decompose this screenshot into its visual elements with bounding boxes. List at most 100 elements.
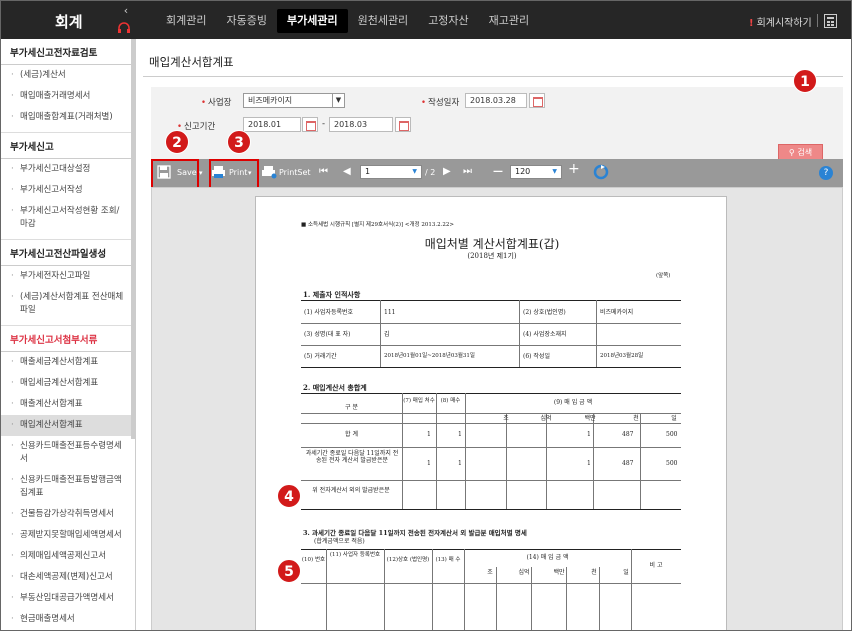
sidebar-item[interactable]: 신용카드매출전표등수령명세서	[1, 436, 135, 470]
report-page: ■ 소득세법 시행규칙 [별지 제29호서식(2)] <개정 2013.2.22…	[255, 196, 727, 630]
sidebar-item[interactable]: 대손세액공제(변제)신고서	[1, 567, 135, 588]
printset-button[interactable]: PrintSet	[279, 163, 311, 183]
sidebar-group-title-active[interactable]: 부가세신고서첨부서류	[1, 330, 135, 352]
col-header: (7) 매입 처수	[403, 398, 435, 404]
calendar-icon[interactable]	[302, 117, 318, 132]
date-input[interactable]: 2018.03.28	[465, 93, 527, 108]
nav-accounting[interactable]: 회계관리	[156, 9, 216, 33]
nav-withholding[interactable]: 원천세관리	[348, 9, 419, 33]
refresh-icon[interactable]	[593, 164, 609, 185]
sidebar-group-title[interactable]: 부가세신고전자료검토	[1, 43, 135, 65]
zoom-in-icon[interactable]: +	[568, 162, 580, 176]
headset-icon[interactable]	[117, 22, 131, 34]
chevron-down-icon: ▼	[552, 168, 557, 175]
report-viewer[interactable]: ■ 소득세법 시행규칙 [별지 제29호서식(2)] <개정 2013.2.22…	[151, 187, 843, 630]
row-value: 487	[622, 460, 634, 467]
sidebar-item[interactable]: 부가세신고서작성	[1, 180, 135, 201]
prev-page-icon[interactable]: ◀	[343, 165, 351, 179]
sidebar-item[interactable]: 매입매출합계표(거래처별)	[1, 107, 135, 128]
calendar-icon[interactable]	[395, 117, 411, 132]
sidebar-item[interactable]: (세금)계산서합계표 전산매체파일	[1, 287, 135, 321]
nav-vat[interactable]: 부가세관리	[276, 9, 348, 33]
section-2-title: 2. 매입계산서 총합계	[303, 383, 367, 392]
unit-header: 십억	[540, 415, 552, 422]
divider	[817, 14, 818, 27]
sidebar-item[interactable]: 의제매입세액공제신고서	[1, 546, 135, 567]
app-logo[interactable]: 회계	[55, 11, 83, 32]
section-3-title: 3. 과세기간 종료일 다음달 11일까지 전송된 전자계산서 외 발급분 매입…	[303, 529, 527, 537]
unit-header: 백만	[553, 569, 565, 576]
nav-fixed-assets[interactable]: 고정자산	[418, 9, 478, 33]
last-page-icon[interactable]: ⏭	[463, 165, 472, 179]
field-value: 김	[384, 331, 390, 338]
nav-auto-evidence[interactable]: 자동증빙	[216, 9, 276, 33]
sidebar-item[interactable]: 현금매출명세서	[1, 609, 135, 630]
page-number-input[interactable]: 1 ▼	[360, 165, 422, 179]
sidebar-item[interactable]: 신용카드매출전표등발행금액집계표	[1, 470, 135, 504]
col-header: (13) 매 수	[435, 557, 461, 563]
sidebar-item[interactable]: 공제받지못할매입세액명세서	[1, 525, 135, 546]
row-label: 합 계	[345, 431, 358, 438]
nav-inventory[interactable]: 재고관리	[479, 9, 539, 33]
sidebar-item[interactable]: 부가세신고서작성현황 조회/마감	[1, 201, 135, 235]
section-1-title: 1. 제출자 인적사항	[303, 290, 361, 299]
period-from-input[interactable]: 2018.01	[243, 117, 301, 132]
page-title: 매입계산서합계표	[149, 55, 234, 69]
row-value: 500	[666, 460, 678, 467]
app-window: 회계 ‹ 회계관리 자동증빙 부가세관리 원천세관리 고정자산 재고관리 ! 회계…	[0, 0, 852, 631]
col-header: (9) 매 입 금 액	[553, 399, 593, 406]
zoom-select[interactable]: 120 ▼	[510, 165, 562, 179]
help-icon[interactable]: ?	[819, 166, 833, 180]
unit-header: 백만	[584, 415, 596, 422]
sidebar-group-title[interactable]: 부가세신고전산파일생성	[1, 244, 135, 266]
sidebar-item-active[interactable]: 매입계산서합계표	[1, 415, 135, 436]
step-badge-3: 3	[227, 130, 251, 154]
col-header: (10) 번호	[301, 557, 326, 563]
first-page-icon[interactable]: ⏮	[319, 165, 328, 179]
period-label: • 신고기간	[177, 122, 216, 132]
report-page-side: (앞쪽)	[656, 273, 671, 279]
row-value: 500	[666, 431, 678, 438]
zoom-out-icon[interactable]: —	[493, 165, 503, 179]
sidebar-group: 부가세신고서첨부서류 매출세금계산서합계표 매입세금계산서합계표 매출계산서합계…	[1, 330, 135, 630]
sidebar-group-title[interactable]: 부가세신고	[1, 137, 135, 159]
main-content: 매입계산서합계표 • 사업장 비즈메카이지 ▼ • 작성일자 2018.03.28 •…	[137, 39, 851, 630]
sidebar-group: 부가세신고 부가세신고대상설정 부가세신고서작성 부가세신고서작성현황 조회/마…	[1, 137, 135, 240]
sidebar-item[interactable]: 매출세금계산서합계표	[1, 352, 135, 373]
col-header: (14) 매 입 금 액	[526, 554, 569, 561]
sidebar-item[interactable]: 건물등감가상각취득명세서	[1, 504, 135, 525]
start-label: 회계시작하기	[756, 18, 812, 29]
chevron-down-icon[interactable]: ▾	[199, 163, 203, 183]
sidebar-item[interactable]: 부가세신고대상설정	[1, 159, 135, 180]
field-label: (5) 거래기간	[304, 353, 337, 360]
col-header: (12)상호 (법인명)	[386, 557, 430, 563]
row-value: 487	[622, 431, 634, 438]
collapse-icon[interactable]: ‹	[119, 4, 133, 17]
row-value: 1	[427, 460, 431, 467]
sidebar-group: 부가세신고전산파일생성 부가세전자신고파일 (세금)계산서합계표 전산매체파일	[1, 244, 135, 326]
report-period: (2018년 제1기)	[467, 252, 517, 260]
field-label: (2) 상호(법인명)	[523, 309, 566, 316]
divider	[143, 76, 843, 77]
calendar-icon[interactable]	[529, 93, 545, 108]
step-badge-1: 1	[793, 69, 817, 93]
sidebar-item[interactable]: 부가세전자신고파일	[1, 266, 135, 287]
sidebar-item[interactable]: 매입매출거래명세서	[1, 86, 135, 107]
chevron-down-icon: ▼	[412, 168, 417, 175]
calculator-icon[interactable]	[824, 14, 837, 28]
business-select[interactable]: 비즈메카이지 ▼	[243, 93, 345, 108]
sidebar-item[interactable]: 매출계산서합계표	[1, 394, 135, 415]
sidebar-scrollbar[interactable]	[131, 39, 136, 439]
sidebar-item[interactable]: 부동산임대공급가액명세서	[1, 588, 135, 609]
unit-header: 일	[671, 415, 677, 422]
period-to-input[interactable]: 2018.03	[329, 117, 393, 132]
col-header: (11) 사업자 등록번호	[329, 552, 381, 558]
printset-icon[interactable]	[261, 163, 277, 183]
start-accounting-link[interactable]: ! 회계시작하기	[749, 14, 812, 29]
sidebar-item[interactable]: (세금)계산서	[1, 65, 135, 86]
sidebar-item[interactable]: 매입세금계산서합계표	[1, 373, 135, 394]
next-page-icon[interactable]: ▶	[443, 165, 451, 179]
step-badge-4: 4	[277, 484, 301, 508]
unit-header: 조	[503, 415, 509, 422]
section-3-subtitle: (합계금액으로 적음)	[314, 538, 365, 545]
